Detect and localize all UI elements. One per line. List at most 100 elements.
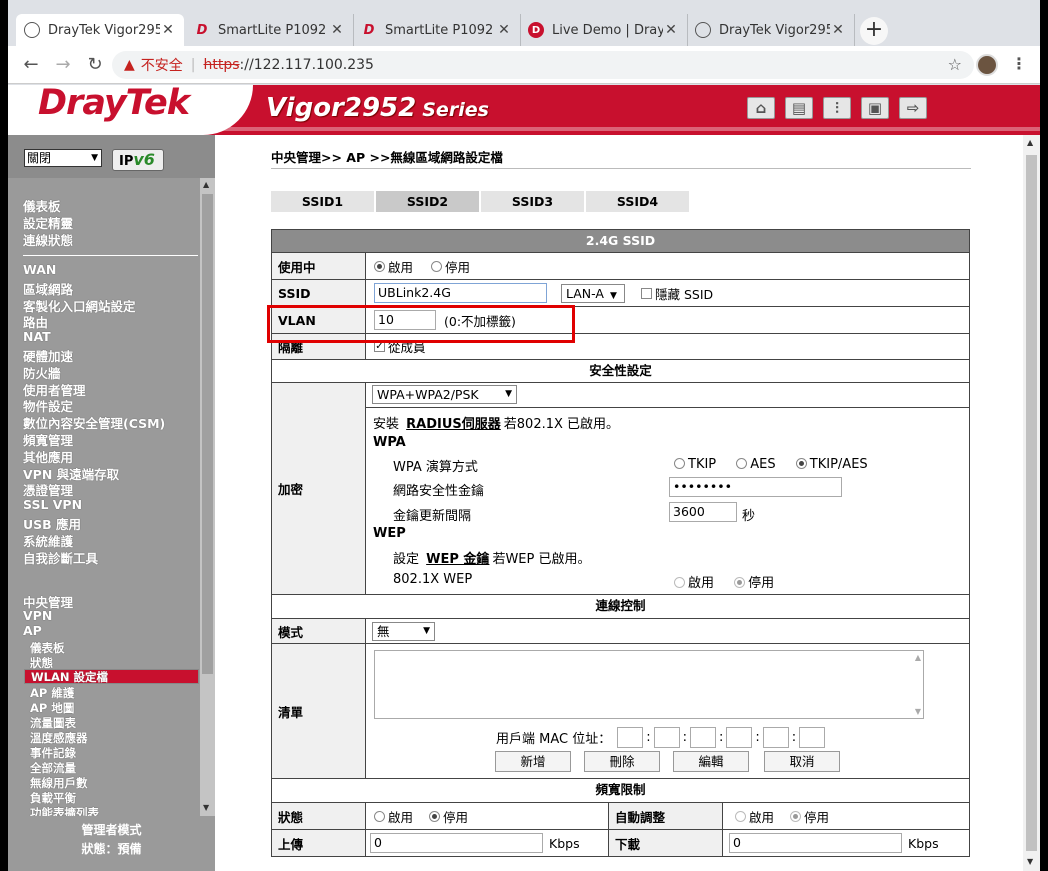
dot1x-off-radio[interactable] (734, 577, 746, 588)
sidebar-subitem[interactable]: 負載平衡 (30, 790, 76, 806)
close-icon[interactable]: ✕ (663, 22, 679, 38)
sidebar-subitem[interactable]: 儀表板 (30, 640, 65, 656)
sidebar-item[interactable]: WAN (23, 262, 56, 277)
enable-radio-on[interactable] (374, 260, 385, 272)
sidebar-item[interactable]: AP (23, 623, 42, 638)
auto-on-radio[interactable] (735, 810, 746, 822)
access-mode-value: 無 (377, 623, 390, 639)
radius-server-link[interactable]: RADIUS伺服器 (406, 417, 501, 432)
wep-pre: 設定 (393, 552, 420, 567)
sidebar-subitem[interactable]: AP 地圖 (30, 700, 74, 716)
sidebar-scroll-thumb[interactable] (202, 194, 213, 674)
ssid-input[interactable]: UBLink2.4G (374, 283, 547, 303)
tab-ssid2[interactable]: SSID2 (376, 191, 479, 212)
upload-input[interactable]: 0 (370, 833, 543, 853)
avatar[interactable] (976, 54, 998, 76)
tkip-aes-radio[interactable] (795, 458, 807, 469)
add-button[interactable]: 新增 (495, 751, 571, 772)
tab-draytek-1[interactable]: DrayTek Vigor295 ✕ (16, 14, 184, 46)
language-select[interactable]: 關閉 (24, 149, 102, 167)
sidebar-scrollbar[interactable]: ▲ ▼ (200, 178, 215, 816)
close-icon[interactable]: ✕ (496, 22, 512, 38)
delete-button[interactable]: 刪除 (584, 751, 660, 772)
sidebar-item[interactable]: 連線狀態 (23, 230, 73, 249)
settings-sliders-icon[interactable]: ⫶ (823, 97, 851, 119)
mac-list-box[interactable]: ▲ ▼ (374, 650, 924, 719)
hide-ssid-checkbox[interactable] (641, 287, 652, 299)
sidebar-subitem[interactable]: AP 維護 (30, 685, 74, 701)
dot1x-on-radio[interactable] (674, 577, 685, 588)
mac-octet-1[interactable] (617, 727, 644, 748)
sidebar-subitem[interactable]: 事件記錄 (30, 745, 76, 761)
mac-octet-5[interactable] (762, 727, 789, 748)
scroll-down-icon[interactable]: ▼ (203, 803, 209, 812)
psk-input[interactable]: •••••••• (669, 477, 842, 497)
tkip-radio[interactable] (674, 458, 685, 469)
ipv6-button[interactable]: IPv6 (112, 149, 164, 171)
star-icon[interactable]: ☆ (948, 55, 962, 74)
download-input[interactable]: 0 (729, 833, 902, 853)
close-icon[interactable]: ✕ (160, 22, 176, 38)
sidebar-item[interactable]: SSL VPN (23, 497, 82, 512)
auto-off-label: 停用 (804, 809, 830, 825)
mac-octet-4[interactable] (726, 727, 753, 748)
sidebar-subitem[interactable]: 無線用戶數 (30, 775, 88, 791)
back-icon[interactable]: ← (20, 54, 42, 76)
lan-select[interactable]: LAN-A ▼ (561, 283, 625, 303)
sidebar-subitem[interactable]: 流量圖表 (30, 715, 76, 731)
aes-radio[interactable] (736, 458, 748, 469)
page-scroll-thumb[interactable] (1026, 155, 1037, 851)
tab-ssid3[interactable]: SSID3 (481, 191, 584, 212)
new-tab-button[interactable]: + (860, 17, 888, 45)
sidebar-subitem[interactable]: 全部流量 (30, 760, 76, 776)
page-scrollbar[interactable]: ▲ ▼ (1023, 135, 1040, 871)
rekey-input[interactable]: 3600 (669, 502, 737, 522)
wep-key-link[interactable]: WEP 金鑰 (426, 552, 489, 567)
cancel-button[interactable]: 取消 (764, 751, 840, 772)
scroll-down-icon[interactable]: ▼ (915, 707, 921, 716)
logout-icon[interactable]: ⇨ (899, 97, 927, 119)
tab-ssid1[interactable]: SSID1 (271, 191, 374, 212)
save-icon[interactable]: ▣ (861, 97, 889, 119)
url-field[interactable]: ▲ 不安全 | https://122.117.100.235 ☆ (112, 51, 974, 79)
scroll-up-icon[interactable]: ▲ (1027, 138, 1033, 147)
tab-smartlite-2[interactable]: D SmartLite P1092 ✕ (353, 14, 521, 46)
globe-icon (695, 22, 711, 38)
sidebar-subitem[interactable]: 功能表擴列表 (30, 805, 99, 816)
bw-on-radio[interactable] (374, 810, 385, 822)
auto-off-radio[interactable] (790, 810, 802, 822)
sidebar-item-selected[interactable]: WLAN 設定檔 (24, 669, 199, 684)
close-icon[interactable]: ✕ (830, 22, 846, 38)
separator: | (190, 57, 196, 73)
rekey-label: 金鑰更新間隔 (393, 509, 472, 524)
sidebar-item[interactable]: NAT (23, 329, 51, 344)
encryption-mode-select[interactable]: WPA+WPA2/PSK ▼ (372, 385, 517, 404)
mac-octet-2[interactable] (653, 727, 680, 748)
sidebar-subitem[interactable]: 溫度感應器 (30, 730, 88, 746)
bw-off-radio[interactable] (429, 810, 441, 822)
scroll-down-icon[interactable]: ▼ (1027, 857, 1033, 866)
layout-icon[interactable]: ▤ (785, 97, 813, 119)
forward-icon[interactable]: → (52, 54, 74, 76)
tab-draytek-2[interactable]: DrayTek Vigor295 ✕ (687, 14, 855, 46)
enable-radio-off[interactable] (431, 260, 443, 272)
access-mode-select[interactable]: 無 ▼ (372, 621, 435, 641)
tab-smartlite-1[interactable]: D SmartLite P1092 ✕ (186, 14, 354, 46)
mac-octet-6[interactable] (799, 727, 826, 748)
edit-button[interactable]: 編輯 (673, 751, 749, 772)
more-menu-icon[interactable]: ⋮ (1011, 54, 1027, 73)
mac-octet-3[interactable] (690, 727, 717, 748)
tab-live-demo[interactable]: D Live Demo | DrayT ✕ (520, 14, 688, 46)
close-icon[interactable]: ✕ (329, 22, 345, 38)
home-icon[interactable]: ⌂ (747, 97, 775, 119)
scroll-up-icon[interactable]: ▲ (915, 653, 921, 662)
encryption-label: 加密 (272, 383, 366, 594)
sidebar-item[interactable]: VPN (23, 608, 52, 623)
router-header: DrayTek Vigor2952 Series ⌂ ▤ ⫶ ▣ ⇨ (8, 85, 1040, 135)
reload-icon[interactable]: ↻ (84, 54, 106, 76)
highlight-box (267, 305, 575, 343)
sidebar-item[interactable]: 自我診斷工具 (23, 548, 98, 567)
mac-colon: : (719, 730, 724, 745)
scroll-up-icon[interactable]: ▲ (203, 180, 209, 189)
tab-ssid4[interactable]: SSID4 (586, 191, 689, 212)
